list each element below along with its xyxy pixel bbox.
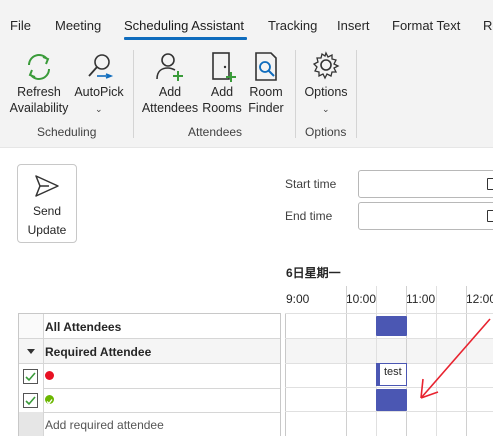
hour-gridline [466, 286, 467, 436]
half-hour-gridline [376, 286, 377, 436]
tab-meeting[interactable]: Meeting [55, 18, 101, 33]
options-button[interactable]: Options ⌄ [302, 50, 350, 114]
schedule-row-line [285, 338, 493, 339]
autopick-label: AutoPick [74, 85, 124, 99]
gear-icon [308, 50, 344, 84]
required-attendee-section-label: Required Attendee [45, 345, 152, 359]
schedule-date-header: 6日星期一 [286, 266, 341, 280]
scheduling-group-label: Scheduling [37, 125, 97, 139]
busy-status-dot [45, 371, 54, 380]
send-update-line1: Send [32, 204, 62, 218]
autopick-button[interactable]: AutoPick ⌄ [73, 50, 125, 114]
available-status-dot [45, 395, 54, 405]
chevron-down-icon: ⌄ [95, 104, 103, 114]
room-finder-button[interactable]: Room Finder [245, 50, 287, 116]
refresh-label-line1: Refresh [17, 85, 61, 99]
calendar-icon[interactable] [487, 178, 493, 190]
schedule-section-band [285, 339, 493, 363]
schedule-row-line [285, 411, 493, 412]
schedule-grid-border [285, 313, 286, 436]
attendee-row [19, 388, 280, 413]
attendee-row [19, 364, 280, 389]
add-person-icon [152, 50, 188, 84]
refresh-availability-button[interactable]: Refresh Availability [5, 50, 73, 116]
meeting-block-label: test [384, 366, 402, 378]
checkbox-cell [19, 388, 44, 412]
attendee-checkbox[interactable] [23, 393, 38, 408]
options-label: Options [304, 85, 348, 99]
attendee-header-row: All Attendees [19, 314, 280, 339]
schedule-row-line [285, 313, 493, 314]
all-attendees-header: All Attendees [45, 320, 122, 334]
meeting-block[interactable]: test [376, 363, 407, 386]
checkmark-icon [25, 396, 36, 406]
add-required-attendee-input[interactable]: Add required attendee [45, 418, 164, 432]
busy-block-attendee [376, 389, 407, 411]
ribbon-separator [295, 50, 296, 138]
start-time-field[interactable] [358, 170, 493, 198]
refresh-label-line2: Availability [9, 101, 69, 115]
ribbon-separator [133, 50, 134, 138]
collapse-triangle-icon[interactable] [19, 339, 44, 364]
hour-gridline [406, 286, 407, 436]
attendee-table: All Attendees Required Attendee Add requ… [18, 313, 281, 436]
time-label: 10:00 [346, 292, 377, 306]
busy-block-all [376, 316, 407, 336]
time-label: 9:00 [286, 292, 310, 306]
hour-gridline [346, 286, 347, 436]
time-label: 12:00 [466, 292, 493, 306]
end-time-label: End time [285, 209, 333, 223]
chevron-down-icon: ⌄ [322, 104, 330, 114]
checkbox-cell [19, 364, 44, 388]
send-update-line2: Update [27, 223, 67, 237]
required-section-row: Required Attendee [19, 339, 280, 364]
tab-insert[interactable]: Insert [337, 18, 370, 33]
active-tab-indicator [124, 37, 247, 40]
end-time-field[interactable] [358, 202, 493, 230]
tab-review[interactable]: Re [483, 18, 493, 33]
attendees-group-label: Attendees [188, 125, 243, 139]
add-attendees-line1: Add [158, 85, 182, 99]
calendar-icon[interactable] [487, 210, 493, 222]
half-hour-gridline [436, 286, 437, 436]
start-time-label: Start time [285, 177, 337, 191]
schedule-row-line [285, 387, 493, 388]
send-icon [29, 172, 65, 200]
row-selector-cell [19, 314, 44, 338]
add-rooms-button[interactable]: Add Rooms [200, 50, 244, 116]
add-rooms-line1: Add [210, 85, 234, 99]
ribbon-bottom-divider [0, 147, 493, 148]
add-attendees-line2: Attendees [141, 101, 199, 115]
room-finder-line1: Room [249, 85, 283, 99]
room-finder-line2: Finder [248, 101, 284, 115]
ribbon-separator [356, 50, 357, 138]
tab-format-text[interactable]: Format Text [392, 18, 460, 33]
autopick-icon [81, 50, 117, 84]
add-attendee-row: Add required attendee [19, 412, 280, 436]
ribbon: Refresh Availability AutoPick ⌄ Scheduli… [0, 46, 493, 147]
tab-tracking[interactable]: Tracking [268, 18, 317, 33]
collapse-cell[interactable] [19, 339, 44, 363]
row-selector-cell [19, 412, 44, 436]
tab-file[interactable]: File [10, 18, 31, 33]
tab-scheduling-assistant[interactable]: Scheduling Assistant [124, 18, 244, 33]
time-label: 11:00 [406, 292, 436, 306]
options-group-label: Options [305, 125, 347, 139]
refresh-icon [21, 50, 57, 84]
add-attendees-button[interactable]: Add Attendees [140, 50, 200, 116]
ribbon-tab-bar: File Meeting Scheduling Assistant Tracki… [0, 0, 493, 46]
door-add-icon [204, 50, 240, 84]
send-update-button[interactable]: Send Update [17, 164, 77, 243]
add-rooms-line2: Rooms [202, 101, 242, 115]
room-finder-icon [248, 50, 284, 84]
attendee-checkbox[interactable] [23, 369, 38, 384]
checkmark-icon [25, 372, 36, 382]
